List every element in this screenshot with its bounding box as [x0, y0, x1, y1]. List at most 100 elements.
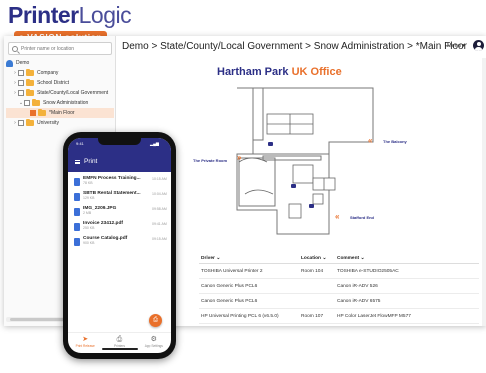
table-row[interactable]: Canon Generic Plus PCL6 Canon iR-ADV 526 — [199, 279, 479, 294]
tree-item[interactable]: › University — [6, 118, 114, 128]
desk-cluster-2 — [292, 164, 314, 184]
print-job-item[interactable]: Course Catalog.pdf 900 KB 09:15 AM — [68, 236, 171, 251]
print-job-item[interactable]: SBTB Rental Statement... 129 KB 10:04 AM — [68, 191, 171, 206]
search-box[interactable] — [8, 42, 112, 55]
job-time: 09:41 AM — [152, 222, 167, 226]
nav-item[interactable]: ➤ Print Release — [70, 336, 100, 353]
job-time: 10:15 AM — [152, 177, 167, 181]
mobile-phone: 9:41 ▂▄▆ Print EMFN Process Training... 7… — [63, 132, 176, 359]
signal-icon: ▂▄▆ — [150, 141, 159, 146]
printer-icon[interactable] — [309, 204, 314, 208]
table-row[interactable]: HP Universal Printing PCL 6 (v6.5.0) Room… — [199, 309, 479, 324]
arrow-left-icon: « — [335, 212, 340, 221]
tree-checkbox[interactable] — [18, 80, 24, 86]
col-location[interactable]: Location ⌄ — [301, 256, 337, 261]
tree-checkbox[interactable] — [18, 120, 24, 126]
room-label-balcony: The Balcony — [383, 139, 407, 144]
job-size: 900 KB — [83, 241, 95, 245]
print-job-item[interactable]: IMG_2209.JPG 2 MB 09:58 AM — [68, 206, 171, 221]
table-cell: HP Color LaserJet FlowMFP M577 — [337, 313, 411, 319]
tree-item[interactable]: *Main Floor — [6, 108, 114, 118]
nav-icon: ➤ — [82, 336, 89, 343]
print-job-item[interactable]: EMFN Process Training... 78 KB 10:15 AM — [68, 176, 171, 191]
printer-table: Driver ⌄ Location ⌄ Comment ⌄ TOSHIBA Un… — [199, 254, 479, 324]
nav-label: App Settings — [144, 344, 163, 348]
tree-checkbox[interactable] — [18, 70, 24, 76]
nav-label: Print Release — [75, 344, 95, 348]
search-input[interactable] — [21, 45, 109, 52]
nav-icon: ⎙ — [116, 336, 123, 343]
table-cell: Canon Generic Plus PCL6 — [201, 283, 258, 289]
job-time: 09:58 AM — [152, 207, 167, 211]
location-tree: Demo › Company › School District › State/Count… — [6, 58, 114, 128]
hamburger-menu-icon[interactable] — [75, 160, 80, 164]
table-row[interactable]: TOSHIBA Universal Printer 2 Room 104 TOSHI… — [199, 264, 479, 279]
door-arc-2 — [244, 189, 274, 195]
nav-item[interactable]: ⎙ Printers — [104, 336, 134, 353]
nav-item[interactable]: ⚙ App Settings — [139, 336, 169, 353]
document-icon — [74, 178, 80, 186]
wall-segment — [252, 87, 264, 141]
job-size: 2 MB — [83, 211, 92, 215]
logo-wordmark: PrinterLogic — [8, 4, 158, 27]
tree-item[interactable]: › Company — [6, 68, 114, 78]
table-header: Driver ⌄ Location ⌄ Comment ⌄ — [199, 254, 479, 264]
document-icon — [74, 223, 80, 231]
tree-item[interactable]: › School District — [6, 78, 114, 88]
tree-item[interactable]: Demo — [6, 58, 114, 68]
tree-item[interactable]: › State/County/Local Government — [6, 88, 114, 98]
table-cell: Canon iR-ADV 6575 — [337, 298, 381, 304]
folder-icon — [26, 88, 34, 96]
status-time: 9:41 — [76, 141, 84, 146]
table-cell: TOSHIBA Universal Printer 2 — [201, 268, 263, 274]
document-icon — [74, 238, 80, 246]
user-avatar-icon[interactable] — [473, 40, 484, 51]
folder-icon — [38, 108, 46, 116]
folder-icon — [26, 118, 34, 126]
print-fab-button[interactable]: ⎙ — [149, 314, 162, 327]
home-indicator — [102, 348, 138, 350]
tree-item-label: Demo — [16, 60, 30, 66]
col-comment[interactable]: Comment ⌄ — [337, 256, 477, 261]
table-body: TOSHIBA Universal Printer 2 Room 104 TOSHI… — [199, 264, 479, 324]
arrow-right-icon: » — [237, 153, 242, 162]
tree-item[interactable]: ⌄ Snow Administration — [6, 98, 114, 108]
tree-item-label: University — [37, 120, 59, 126]
desk-cluster-4 — [312, 193, 324, 205]
job-size: 129 KB — [83, 196, 95, 200]
scrollbar-thumb[interactable] — [10, 318, 70, 321]
printer-icon[interactable] — [291, 184, 296, 188]
job-time: 09:15 AM — [152, 237, 167, 241]
desk-cluster-5 — [288, 203, 302, 219]
table-cell: HP Universal Printing PCL 6 (v6.5.0) — [201, 313, 279, 319]
tree-checkbox[interactable] — [18, 90, 24, 96]
table-cell: Canon iR-ADV 526 — [337, 283, 378, 289]
table-cell: Room 104 — [301, 268, 324, 274]
room-block — [238, 157, 276, 207]
phone-title: Print — [84, 158, 98, 165]
table-row[interactable]: Canon Generic Plus PCL6 Canon iR-ADV 6575 — [199, 294, 479, 309]
tree-checkbox[interactable] — [30, 110, 36, 116]
group-icon — [6, 59, 13, 67]
logo-printer: Printer — [8, 2, 79, 28]
col-driver[interactable]: Driver ⌄ — [199, 256, 301, 261]
printer-icon[interactable] — [268, 142, 273, 146]
folder-icon — [26, 68, 34, 76]
print-job-item[interactable]: Invoice 23412.pdf 250 KB 09:41 AM — [68, 221, 171, 236]
nav-icon: ⚙ — [150, 336, 157, 343]
folder-icon — [26, 78, 34, 86]
document-icon — [74, 208, 80, 216]
job-time: 10:04 AM — [152, 192, 167, 196]
tree-item-label: Snow Administration — [43, 100, 89, 106]
content-scrollbar[interactable] — [482, 58, 486, 326]
room-label-stafford: Stafford End — [350, 215, 374, 220]
breadcrumb[interactable]: Demo > State/County/Local Government > S… — [122, 41, 467, 52]
document-icon — [74, 193, 80, 201]
tree-checkbox[interactable] — [24, 100, 30, 106]
menu-button[interactable]: Menu ▾ — [447, 43, 465, 49]
folder-icon — [32, 98, 40, 106]
search-icon — [12, 45, 18, 52]
tree-item-label: State/County/Local Government — [37, 90, 109, 96]
job-size: 250 KB — [83, 226, 95, 230]
tree-item-label: School District — [37, 80, 69, 86]
